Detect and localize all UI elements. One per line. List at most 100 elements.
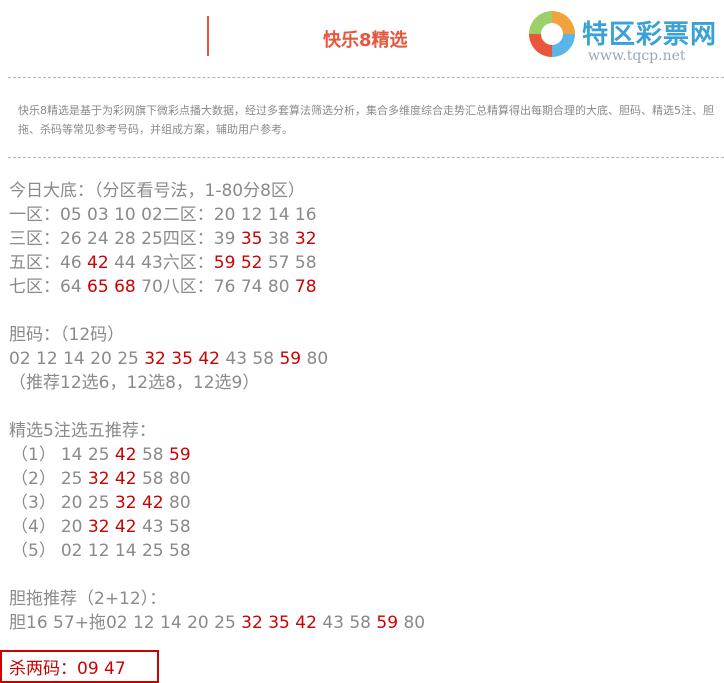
header: 快乐8精选 特区彩票网 www.tqcp.net	[0, 0, 724, 78]
lottery-number: 16	[26, 613, 48, 633]
jingxuan-item: （4） 20 32 42 43 58	[9, 515, 719, 539]
logo-url: www.tqcp.net	[588, 48, 686, 64]
content: 今日大底：（分区看号法，1-80分8区） 一区：05 03 10 02二区：20…	[9, 179, 719, 635]
lottery-number: 03	[87, 205, 109, 225]
lottery-number: 39	[213, 229, 236, 249]
lottery-number: 35	[268, 613, 290, 633]
lottery-number: 38	[267, 229, 290, 249]
lottery-number: 32	[144, 349, 166, 369]
lottery-number: 35	[171, 349, 193, 369]
dan-ma-note: （推荐12选6，12选8，12选9）	[9, 373, 260, 393]
lottery-number: 25	[141, 229, 163, 249]
lottery-number: 42	[295, 613, 317, 633]
lottery-number: 24	[87, 229, 109, 249]
lottery-number: 02	[9, 349, 31, 369]
lottery-number: 68	[114, 277, 136, 297]
lottery-number: 80	[403, 613, 426, 633]
lottery-number: 58	[141, 469, 164, 489]
lottery-number: 65	[87, 277, 109, 297]
lottery-number: 42	[87, 253, 109, 273]
lottery-number: 58	[252, 349, 275, 369]
lottery-number: 14	[114, 541, 137, 561]
lottery-number: 25	[87, 445, 110, 465]
dan-ma-numbers: 02 12 14 20 25 32 35 42 43 58 59 80	[9, 347, 719, 371]
lottery-number: 32	[87, 469, 110, 489]
lottery-number: 14	[60, 445, 83, 465]
dan-ma-title: 胆码：（12码）	[9, 325, 125, 345]
lottery-number: 12	[132, 613, 155, 633]
big-base-title: 今日大底：（分区看号法，1-80分8区）	[9, 181, 305, 201]
lottery-number: 12	[87, 541, 110, 561]
zone-label: 二区：	[162, 205, 214, 225]
zone-label: 五区：	[9, 253, 60, 273]
lottery-number: 80	[267, 277, 290, 297]
lottery-number: 14	[267, 205, 290, 225]
lottery-number: 74	[240, 277, 263, 297]
zone-label: 四区：	[162, 229, 214, 249]
jingxuan-item: （2） 25 32 42 58 80	[9, 467, 719, 491]
lottery-number: 10	[114, 205, 136, 225]
lottery-number: 16	[294, 205, 317, 225]
zone-label: 八区：	[162, 277, 214, 297]
jingxuan-title: 精选5注选五推荐：	[9, 421, 156, 441]
lottery-number: 42	[198, 349, 220, 369]
dantuo-line: 胆16 57+拖02 12 14 20 25 32 35 42 43 58 59…	[9, 611, 719, 635]
item-numbers: 25 32 42 58 80	[61, 469, 191, 489]
lottery-number: 58	[169, 541, 191, 561]
zone-label: 六区：	[162, 253, 214, 273]
lottery-number: 32	[294, 229, 317, 249]
lottery-number: 14	[63, 349, 85, 369]
lottery-number: 42	[114, 517, 137, 537]
item-numbers: 14 25 42 58 59	[61, 445, 191, 465]
lottery-number: 12	[240, 205, 263, 225]
lottery-number: 26	[60, 229, 82, 249]
jingxuan-item: （3） 20 25 32 42 80	[9, 491, 719, 515]
zone-row: 三区：26 24 28 25四区：39 35 38 32	[9, 227, 719, 251]
lottery-number: 46	[60, 253, 82, 273]
jingxuan-item: （1） 14 25 42 58 59	[9, 443, 719, 467]
lottery-number: 58	[169, 517, 191, 537]
item-numbers: 20 25 32 42 80	[61, 493, 191, 513]
item-index: （3）	[11, 493, 56, 513]
lottery-number: 28	[114, 229, 136, 249]
lottery-number: 59	[169, 445, 191, 465]
lottery-number: 58	[141, 445, 164, 465]
lottery-number: 42	[114, 445, 137, 465]
lottery-number: 20	[60, 493, 83, 513]
intro-text: 快乐8精选是基于为彩网旗下微彩点播大数据，经过多套算法筛选分析，集合多维度综合走…	[18, 104, 714, 136]
lottery-number: 25	[214, 613, 236, 633]
lottery-number: 32	[241, 613, 263, 633]
lottery-number: 25	[117, 349, 139, 369]
lottery-number: 78	[294, 277, 317, 297]
lottery-number: 57	[267, 253, 290, 273]
zone-label: 三区：	[9, 229, 60, 249]
lottery-number: 43	[141, 253, 163, 273]
site-logo[interactable]: 特区彩票网 www.tqcp.net	[526, 8, 724, 68]
lottery-number: 43	[141, 517, 164, 537]
lottery-number: 20	[90, 349, 112, 369]
lottery-number: 02	[60, 541, 83, 561]
lottery-number: 57	[53, 613, 75, 633]
lottery-number: 52	[240, 253, 263, 273]
dantuo-title: 胆拖推荐（2+12）：	[9, 589, 167, 609]
lottery-number: 58	[349, 613, 371, 633]
lottery-number: 59	[376, 613, 399, 633]
lottery-number: 35	[240, 229, 263, 249]
lottery-number: 59	[213, 253, 236, 273]
lottery-number: 80	[169, 469, 191, 489]
lottery-number: 70	[141, 277, 163, 297]
logo-name: 特区彩票网	[582, 20, 718, 50]
lottery-number: 32	[87, 517, 110, 537]
lottery-number: 64	[60, 277, 82, 297]
dan-label: 胆	[9, 613, 26, 633]
page-title: 快乐8精选	[323, 30, 408, 51]
item-numbers: 20 32 42 43 58	[61, 517, 191, 537]
divider-top	[8, 77, 724, 78]
lottery-number: 58	[294, 253, 317, 273]
lottery-number: 05	[60, 205, 82, 225]
item-index: （2）	[11, 469, 56, 489]
title-divider	[207, 16, 209, 56]
